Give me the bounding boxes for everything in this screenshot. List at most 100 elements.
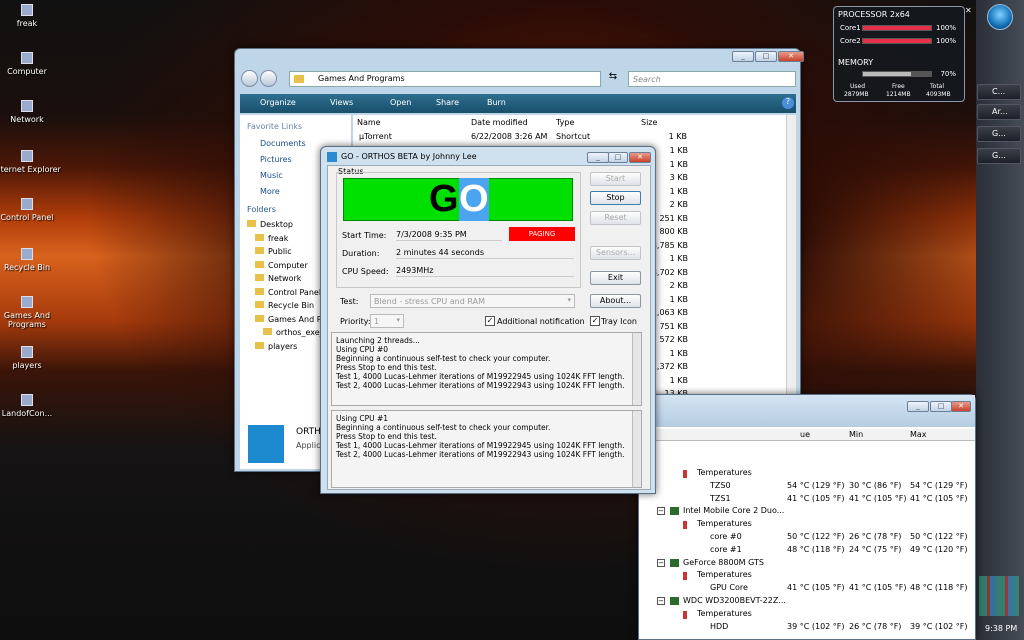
core2-bar [862,38,932,44]
tray-icons[interactable] [979,576,1019,616]
col-date[interactable]: Date modified [471,118,528,127]
sensor-group[interactable]: Temperatures [697,519,752,528]
start-orb[interactable] [987,4,1013,30]
folder-tree-item[interactable]: Games And Pr [255,314,325,324]
minimize-button[interactable]: _ [732,51,754,62]
tray-icon-label: Tray Icon [601,317,637,326]
sensor-name: core #0 [710,532,742,541]
desktop-icon[interactable]: Recycle Bin [0,248,62,272]
maximize-button[interactable]: □ [755,51,777,62]
favorite-link[interactable]: Pictures [260,155,292,164]
duration-label: Duration: [342,249,380,258]
taskbar-button[interactable]: G... [977,126,1021,142]
taskbar-button[interactable]: G... [977,148,1021,164]
used-value: 2879MB [844,91,869,98]
search-input[interactable]: Search [628,71,796,87]
hw-maximize-button[interactable]: □ [930,401,952,412]
sensor-group[interactable]: Temperatures [697,609,752,618]
tray-icon-checkbox[interactable]: ✓ [590,316,600,326]
sensor-value: 41 °C (105 °F) [787,493,845,503]
expander-icon[interactable]: − [657,597,665,605]
desktop-icon-label: freak [16,19,38,28]
memory-bar-fill [863,72,911,76]
core1-pct: 100% [935,24,956,32]
col-name[interactable]: Name [357,118,381,127]
clock[interactable]: 9:38 PM [985,624,1017,633]
chip-icon [670,507,679,516]
device-name[interactable]: WDC WD3200BEVT-22Z... [683,596,786,605]
cpu-speed-label: CPU Speed: [342,267,389,276]
reset-button[interactable]: Reset [590,211,641,225]
favorite-link[interactable]: More [260,187,280,196]
about-button[interactable]: About... [590,294,641,308]
help-icon[interactable]: ? [782,97,794,109]
gadget-close-icon[interactable]: ✕ [965,6,972,15]
folder-tree-label: freak [268,233,289,243]
orthos-close-button[interactable]: ✕ [629,152,651,163]
folder-tree-item[interactable]: orthos_exe_ [263,328,324,337]
orthos-maximize-button[interactable]: □ [608,152,628,163]
desktop-icon[interactable]: players [0,346,62,370]
folder-tree-item[interactable]: freak [255,233,289,243]
hw-col-max[interactable]: Max [910,430,927,439]
folder-tree-item[interactable]: Recycle Bin [255,301,314,310]
hw-minimize-button[interactable]: _ [907,401,929,412]
desktop-icon[interactable]: LandofCon... [0,394,62,418]
sensor-group[interactable]: Temperatures [697,468,752,477]
folder-tree-item[interactable]: Public [255,247,292,256]
chevron-down-icon: ▾ [567,296,571,304]
favorite-link[interactable]: Music [260,171,283,180]
core1-label: Core1 [840,24,861,32]
desktop-icon[interactable]: Network [0,100,62,124]
desktop-icon[interactable]: freak [0,4,62,28]
desktop-icon[interactable]: Control Panel [0,198,62,222]
refresh-icon[interactable]: ⇆ [605,71,621,87]
back-button[interactable] [241,70,258,87]
col-type[interactable]: Type [556,118,574,127]
start-button[interactable]: Start [590,172,641,186]
hw-close-button[interactable]: ✕ [951,401,971,412]
taskbar-button[interactable]: C... [977,84,1021,100]
close-button[interactable]: ✕ [778,51,804,62]
desktop-icon[interactable]: Internet Explorer [0,150,62,174]
col-size[interactable]: Size [641,118,657,127]
test-select[interactable]: Blend - stress CPU and RAM ▾ [370,294,575,308]
log-thread0[interactable]: Launching 2 threads... Using CPU #0 Beginn… [331,332,642,406]
folder-tree-item[interactable]: players [255,341,297,351]
log-thread1[interactable]: Using CPU #1 Beginning a continuous self-… [331,410,642,488]
expander-icon[interactable]: − [657,558,665,567]
views-button[interactable]: Views [330,98,353,107]
folder-tree-item[interactable]: Network [255,274,301,283]
open-button[interactable]: Open [390,98,411,107]
exit-button[interactable]: Exit [590,271,641,285]
share-button[interactable]: Share [436,98,459,107]
orthos-minimize-button[interactable]: _ [587,152,609,163]
desktop-icon-label: LandofCon... [1,409,53,418]
folder-tree-item[interactable]: Computer [255,260,308,270]
expander-icon[interactable]: − [657,507,665,516]
device-name[interactable]: GeForce 8800M GTS [683,558,764,567]
favorite-link[interactable]: Documents [260,139,306,148]
hw-col-value[interactable]: ue [800,430,810,439]
stop-button[interactable]: Stop [590,191,641,205]
burn-button[interactable]: Burn [487,98,506,107]
folder-tree-item[interactable]: Control Panel [255,287,321,297]
desktop-icon[interactable]: Games And Programs [0,296,62,329]
desktop-icon[interactable]: Computer [0,52,62,76]
priority-select[interactable]: 1 ▾ [370,314,404,328]
taskbar-button[interactable]: Ar... [977,104,1021,120]
sensor-group[interactable]: Temperatures [697,570,752,579]
file-row-first[interactable]: µTorrent 6/22/2008 3:26 AM Shortcut 1 KB [357,132,693,144]
organize-button[interactable]: Organize [260,98,296,107]
log2-scrollbar[interactable] [632,411,641,487]
file-scrollbar[interactable] [786,115,796,421]
log1-scrollbar[interactable] [632,333,641,405]
forward-button[interactable] [260,70,277,87]
sensors-button[interactable]: Sensors... [590,246,641,260]
hw-col-min[interactable]: Min [849,430,863,439]
folder-tree-item[interactable]: Desktop [247,220,293,229]
device-name[interactable]: Intel Mobile Core 2 Duo... [683,506,784,515]
folder-icon [255,287,264,295]
additional-notification-checkbox[interactable]: ✓ [485,316,495,326]
address-bar[interactable]: Games And Programs [289,71,601,87]
